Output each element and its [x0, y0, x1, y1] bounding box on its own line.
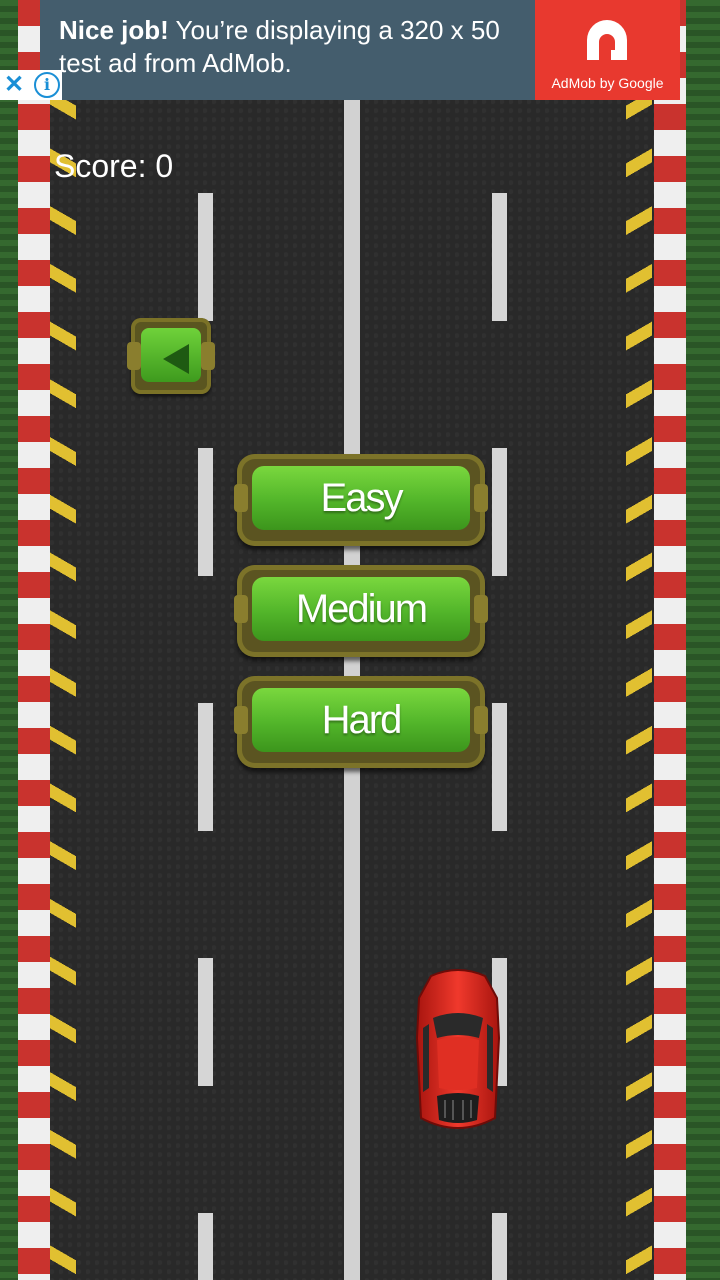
medium-button-label: Medium	[295, 587, 428, 631]
easy-button[interactable]: Easy	[234, 454, 488, 546]
hard-button-label: Hard	[321, 698, 403, 742]
ad-banner[interactable]: Nice job! You’re displaying a 320 x 50 t…	[40, 0, 680, 100]
lane-dash	[198, 448, 213, 576]
game-screen: Nice job! You’re displaying a 320 x 50 t…	[0, 0, 720, 1280]
hard-button[interactable]: Hard	[234, 676, 488, 768]
button-nub	[201, 342, 215, 370]
button-nub	[474, 484, 488, 512]
back-button-face	[141, 328, 201, 382]
grass-right	[686, 0, 720, 1280]
button-nub	[474, 706, 488, 734]
easy-button-face: Easy	[252, 466, 470, 530]
lane-dash	[492, 193, 507, 321]
admob-logo: AdMob by Google	[535, 0, 680, 100]
ad-headline-bold: Nice job!	[59, 15, 169, 45]
curb-right	[654, 0, 686, 1280]
ad-choices[interactable]: ✕ i	[0, 70, 62, 100]
info-icon[interactable]: i	[34, 72, 60, 98]
button-nub	[127, 342, 141, 370]
hard-button-face: Hard	[252, 688, 470, 752]
close-x-icon[interactable]: ✕	[4, 72, 24, 98]
button-nub	[234, 484, 248, 512]
left-arrow-icon	[163, 344, 189, 374]
curb-left	[18, 0, 50, 1280]
score-label: Score: 0	[54, 148, 174, 184]
red-car	[415, 969, 501, 1129]
medium-button-face: Medium	[252, 577, 470, 641]
lane-dash	[198, 958, 213, 1086]
lane-dash	[492, 1213, 507, 1280]
button-nub	[234, 595, 248, 623]
lane-dash	[492, 703, 507, 831]
lane-dash	[198, 1213, 213, 1280]
button-nub	[474, 595, 488, 623]
lane-dash	[492, 448, 507, 576]
lane-dash	[198, 193, 213, 321]
grass-left	[0, 0, 20, 1280]
ad-brand-label: AdMob by Google	[551, 75, 664, 91]
hazard-stripes-left	[50, 0, 76, 1280]
admob-logo-icon	[587, 20, 627, 60]
medium-button[interactable]: Medium	[234, 565, 488, 657]
back-button[interactable]	[127, 318, 215, 394]
easy-button-label: Easy	[320, 476, 404, 520]
ad-headline: Nice job! You’re displaying a 320 x 50 t…	[59, 14, 539, 80]
hazard-stripes-right	[626, 0, 652, 1280]
button-nub	[234, 706, 248, 734]
lane-dash	[198, 703, 213, 831]
